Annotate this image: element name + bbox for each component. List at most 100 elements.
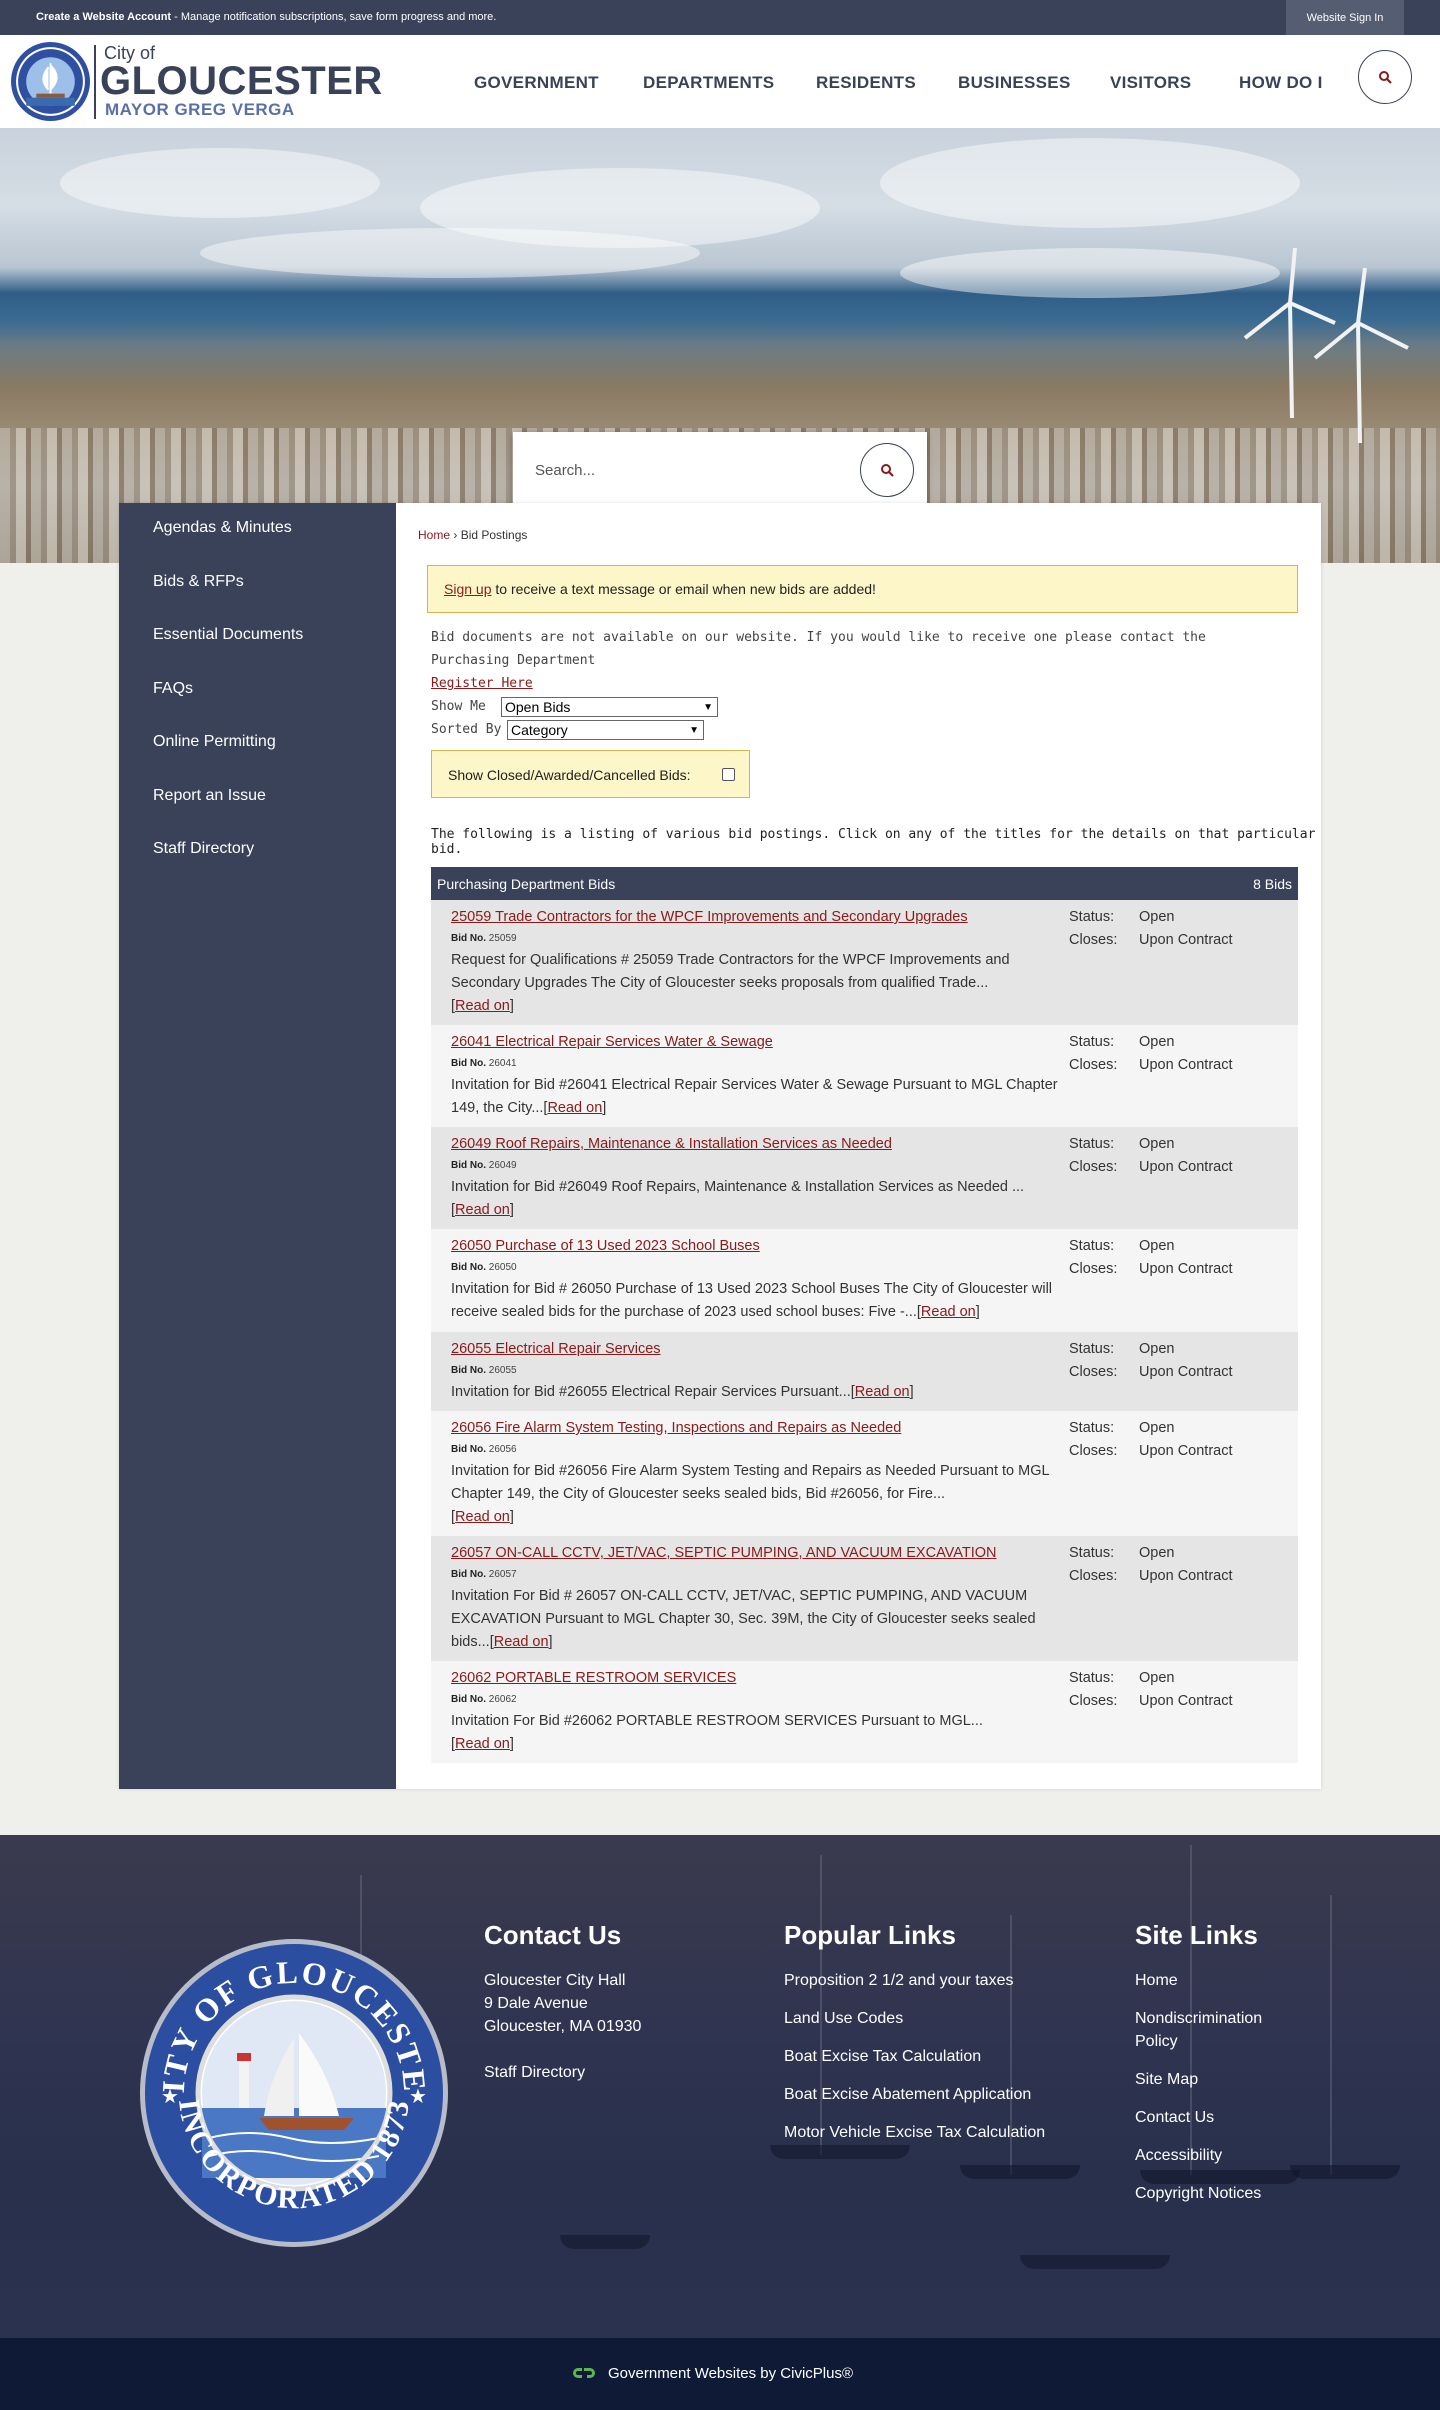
- nav-government[interactable]: GOVERNMENT: [474, 73, 599, 93]
- read-on-link[interactable]: Read on: [921, 1304, 976, 1320]
- read-on-link[interactable]: Read on: [455, 1509, 510, 1525]
- bid-title-link[interactable]: 26041 Electrical Repair Services Water &…: [451, 1034, 773, 1050]
- bid-title-link[interactable]: 26049 Roof Repairs, Maintenance & Instal…: [451, 1136, 892, 1152]
- bid-title-link[interactable]: 26055 Electrical Repair Services: [451, 1341, 661, 1357]
- sidebar-item-report-issue[interactable]: Report an Issue: [153, 787, 266, 805]
- breadcrumb-current: Bid Postings: [460, 528, 528, 542]
- show-me-select[interactable]: Open Bids ▼: [501, 697, 718, 717]
- main-content: Home › Bid Postings Sign up to receive a…: [396, 503, 1321, 1789]
- sidebar-item-online-permitting[interactable]: Online Permitting: [153, 733, 276, 751]
- read-on-link[interactable]: Read on: [547, 1100, 602, 1116]
- bid-number: Bid No. 26057: [451, 1569, 517, 1580]
- closes-label: Closes:: [1069, 1693, 1118, 1709]
- read-on-link[interactable]: Read on: [455, 998, 510, 1014]
- read-on-link[interactable]: Read on: [494, 1634, 549, 1650]
- breadcrumb: Home › Bid Postings: [418, 528, 528, 542]
- popular-link[interactable]: Proposition 2 1/2 and your taxes: [784, 1972, 1013, 1990]
- bid-description: Invitation For Bid # 26057 ON-CALL CCTV,…: [451, 1588, 1036, 1650]
- bid-number: Bid No. 26050: [451, 1262, 517, 1273]
- nav-departments[interactable]: DEPARTMENTS: [643, 73, 774, 93]
- table-row: 26050 Purchase of 13 Used 2023 School Bu…: [431, 1229, 1298, 1332]
- site-link-contact-us[interactable]: Contact Us: [1135, 2109, 1214, 2127]
- sidebar-item-staff-directory[interactable]: Staff Directory: [153, 840, 254, 858]
- bid-title-link[interactable]: 26057 ON-CALL CCTV, JET/VAC, SEPTIC PUMP…: [451, 1545, 997, 1561]
- status-value: Open: [1139, 1341, 1175, 1357]
- site-link-nondiscrimination-policy[interactable]: Policy: [1135, 2033, 1178, 2051]
- site-link-site-map[interactable]: Site Map: [1135, 2071, 1198, 2089]
- register-here-link[interactable]: Register Here: [431, 676, 533, 691]
- closes-label: Closes:: [1069, 1159, 1118, 1175]
- site-links-heading: Site Links: [1135, 1920, 1258, 1950]
- bid-description: Invitation For Bid #26062 PORTABLE RESTR…: [451, 1713, 983, 1752]
- bid-title-link[interactable]: 25059 Trade Contractors for the WPCF Imp…: [451, 909, 968, 925]
- status-label: Status:: [1069, 1341, 1115, 1357]
- closes-label: Closes:: [1069, 1364, 1118, 1380]
- status-label: Status:: [1069, 1136, 1115, 1152]
- bids-table-header: Purchasing Department Bids 8 Bids: [431, 867, 1298, 900]
- bid-title-link[interactable]: 26050 Purchase of 13 Used 2023 School Bu…: [451, 1238, 760, 1254]
- closes-value: Upon Contract: [1139, 1159, 1233, 1175]
- sidebar-item-agendas[interactable]: Agendas & Minutes: [153, 519, 292, 537]
- popular-link[interactable]: Boat Excise Tax Calculation: [784, 2048, 981, 2066]
- sidebar-nav: Agendas & Minutes Bids & RFPs Essential …: [119, 503, 396, 1789]
- status-label: Status:: [1069, 1420, 1115, 1436]
- breadcrumb-home-link[interactable]: Home: [418, 528, 450, 542]
- nav-residents[interactable]: RESIDENTS: [816, 73, 916, 93]
- read-on-link[interactable]: Read on: [455, 1736, 510, 1752]
- bid-title-link[interactable]: 26062 PORTABLE RESTROOM SERVICES: [451, 1670, 736, 1686]
- closes-value: Upon Contract: [1139, 1568, 1233, 1584]
- bid-number: Bid No. 26056: [451, 1444, 517, 1455]
- popular-link[interactable]: Boat Excise Abatement Application: [784, 2086, 1031, 2104]
- logo-city-name[interactable]: GLOUCESTER: [100, 59, 383, 104]
- bid-title-link[interactable]: 26056 Fire Alarm System Testing, Inspect…: [451, 1420, 901, 1436]
- status-label: Status:: [1069, 1545, 1115, 1561]
- closed-bids-checkbox[interactable]: [722, 768, 735, 781]
- closes-value: Upon Contract: [1139, 1364, 1233, 1380]
- popular-link[interactable]: Motor Vehicle Excise Tax Calculation: [784, 2124, 1045, 2142]
- read-on-link[interactable]: Read on: [855, 1384, 910, 1400]
- nav-how-do-i[interactable]: HOW DO I: [1239, 73, 1323, 93]
- bid-description: Invitation for Bid #26049 Roof Repairs, …: [451, 1179, 1025, 1218]
- search-icon: [881, 464, 894, 477]
- bids-count: 8 Bids: [1253, 876, 1292, 892]
- bid-number: Bid No. 26062: [451, 1694, 517, 1705]
- contact-line: Gloucester, MA 01930: [484, 2018, 642, 2035]
- documents-notice: Bid documents are not available on our w…: [431, 630, 1206, 691]
- sidebar-item-bids[interactable]: Bids & RFPs: [153, 573, 244, 591]
- closes-value: Upon Contract: [1139, 1693, 1233, 1709]
- table-row: 26057 ON-CALL CCTV, JET/VAC, SEPTIC PUMP…: [431, 1536, 1298, 1661]
- bid-number: Bid No. 25059: [451, 933, 517, 944]
- site-link-accessibility[interactable]: Accessibility: [1135, 2147, 1222, 2165]
- signup-link[interactable]: Sign up: [444, 581, 491, 597]
- site-link-nondiscrimination[interactable]: Nondiscrimination: [1135, 2010, 1262, 2028]
- closes-value: Upon Contract: [1139, 1057, 1233, 1073]
- site-link-home[interactable]: Home: [1135, 1972, 1178, 1990]
- bid-description: Request for Qualifications # 25059 Trade…: [451, 952, 1010, 1014]
- sidebar-item-faqs[interactable]: FAQs: [153, 680, 193, 698]
- sidebar-item-essential-documents[interactable]: Essential Documents: [153, 626, 303, 644]
- civicplus-credit-link[interactable]: Government Websites by CivicPlus®: [608, 2365, 853, 2382]
- create-account-notice[interactable]: Create a Website Account - Manage notifi…: [36, 11, 496, 23]
- website-sign-in-button[interactable]: Website Sign In: [1286, 0, 1404, 35]
- table-row: 26049 Roof Repairs, Maintenance & Instal…: [431, 1127, 1298, 1229]
- contact-line: Gloucester City Hall: [484, 1972, 626, 1989]
- city-seal-logo[interactable]: [10, 41, 91, 122]
- nav-visitors[interactable]: VISITORS: [1110, 73, 1191, 93]
- status-value: Open: [1139, 1238, 1175, 1254]
- sorted-by-select[interactable]: Category ▼: [507, 720, 704, 740]
- footer-staff-directory-link[interactable]: Staff Directory: [484, 2064, 585, 2082]
- hero-search-button[interactable]: [860, 443, 914, 497]
- popular-link[interactable]: Land Use Codes: [784, 2010, 903, 2028]
- read-on-link[interactable]: Read on: [455, 1202, 510, 1218]
- status-value: Open: [1139, 1034, 1175, 1050]
- svg-text:★: ★: [409, 2086, 427, 2108]
- hero-search-input[interactable]: Search...: [535, 462, 595, 479]
- closes-label: Closes:: [1069, 1057, 1118, 1073]
- site-link-copyright[interactable]: Copyright Notices: [1135, 2185, 1261, 2203]
- civicplus-bar: Government Websites by CivicPlus®: [0, 2338, 1440, 2410]
- listing-intro: The following is a listing of various bi…: [431, 827, 1316, 857]
- status-label: Status:: [1069, 1238, 1115, 1254]
- header-search-button[interactable]: [1358, 50, 1412, 104]
- bid-description: Invitation for Bid # 26050 Purchase of 1…: [451, 1281, 1053, 1320]
- nav-businesses[interactable]: BUSINESSES: [958, 73, 1071, 93]
